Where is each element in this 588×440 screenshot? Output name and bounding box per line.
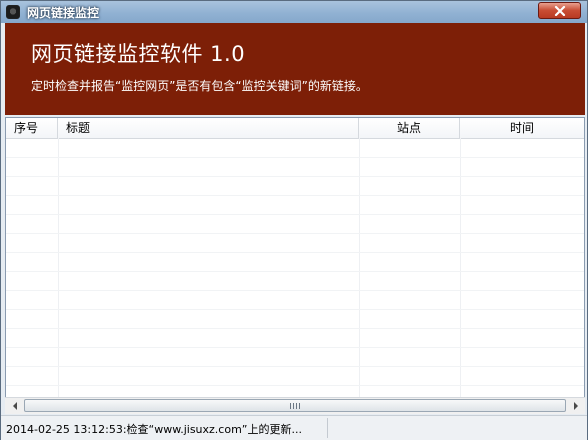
- scroll-left-button[interactable]: [7, 399, 22, 413]
- status-text: 2014-02-25 13:12:53:检查“www.jisuxz.com”上的…: [6, 423, 302, 436]
- arrow-left-icon: [12, 402, 17, 410]
- row-divider: [6, 347, 584, 348]
- app-title: 网页链接监控软件 1.0: [31, 42, 246, 66]
- close-button[interactable]: [538, 2, 581, 19]
- scroll-thumb[interactable]: [24, 399, 566, 412]
- row-divider: [6, 309, 584, 310]
- row-divider: [6, 195, 584, 196]
- header-banner: 网页链接监控软件 1.0 定时检查并报告“监控网页”是否有包含“监控关键词”的新…: [5, 23, 585, 115]
- row-divider: [6, 176, 584, 177]
- link-list[interactable]: 序号 标题 站点 时间: [5, 117, 585, 411]
- arrow-right-icon: [573, 402, 578, 410]
- column-header-title[interactable]: 标题: [58, 118, 359, 138]
- row-divider: [6, 214, 584, 215]
- row-divider: [6, 271, 584, 272]
- row-divider: [6, 385, 584, 386]
- main-window: 网页链接监控 网页链接监控软件 1.0 定时检查并报告“监控网页”是否有包含“监…: [0, 0, 588, 440]
- row-divider: [6, 233, 584, 234]
- column-header-time[interactable]: 时间: [460, 118, 584, 138]
- scroll-right-button[interactable]: [568, 399, 583, 413]
- status-bar: 2014-02-25 13:12:53:检查“www.jisuxz.com”上的…: [1, 415, 587, 440]
- status-divider: [327, 418, 328, 438]
- row-divider: [6, 157, 584, 158]
- row-divider: [6, 328, 584, 329]
- horizontal-scrollbar[interactable]: [5, 397, 585, 414]
- row-divider: [6, 290, 584, 291]
- close-icon: [554, 6, 566, 16]
- app-description: 定时检查并报告“监控网页”是否有包含“监控关键词”的新链接。: [31, 79, 368, 93]
- row-divider: [6, 252, 584, 253]
- app-icon[interactable]: [6, 5, 20, 19]
- scroll-grip: [290, 403, 302, 409]
- column-header-site[interactable]: 站点: [359, 118, 460, 138]
- title-bar[interactable]: 网页链接监控: [1, 1, 587, 23]
- list-header: 序号 标题 站点 时间: [6, 118, 584, 139]
- column-header-seq[interactable]: 序号: [6, 118, 58, 138]
- row-divider: [6, 366, 584, 367]
- window-title: 网页链接监控: [27, 6, 100, 20]
